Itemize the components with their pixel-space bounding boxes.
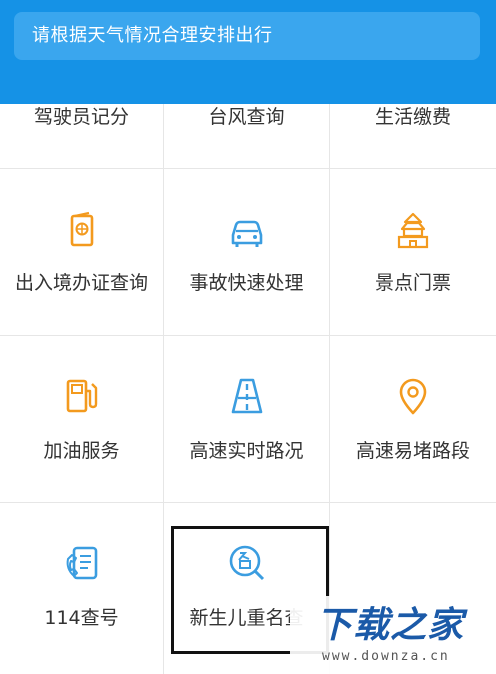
service-congestion-spots[interactable]: 高速易堵路段: [330, 336, 496, 502]
service-passport[interactable]: 出入境办证查询: [0, 169, 163, 335]
watermark-title: 下载之家: [316, 605, 465, 646]
highway-icon: [227, 376, 267, 416]
watermark: 下载之家 www.downza.cn: [290, 596, 496, 674]
watermark-url: www.downza.cn: [322, 649, 450, 664]
service-driver-points[interactable]: 驾驶员记分: [0, 104, 163, 168]
service-114-lookup[interactable]: 114查号: [0, 503, 163, 674]
service-label: 114查号: [44, 607, 119, 629]
service-label: 高速易堵路段: [355, 440, 470, 462]
service-scenic-tickets[interactable]: 景点门票: [330, 169, 496, 335]
service-car-accident[interactable]: 事故快速处理: [164, 169, 329, 335]
phone-book-icon: [62, 543, 102, 583]
service-highway-traffic[interactable]: 高速实时路况: [164, 336, 329, 502]
fuel-pump-icon: [62, 376, 102, 416]
service-label: 出入境办证查询: [14, 272, 148, 294]
service-label: 台风查询: [208, 106, 285, 128]
car-accident-icon: [227, 211, 267, 251]
location-pin-icon: [393, 376, 433, 416]
service-label: 驾驶员记分: [33, 106, 129, 128]
service-label: 景点门票: [374, 272, 451, 294]
service-bill-payment[interactable]: 生活缴费: [330, 104, 496, 168]
service-label: 加油服务: [43, 440, 120, 462]
passport-icon: [62, 211, 102, 251]
service-typhoon[interactable]: 台风查询: [164, 104, 329, 168]
temple-icon: [393, 211, 433, 251]
weather-notice-banner: 请根据天气情况合理安排出行: [14, 12, 480, 60]
service-label: 生活缴费: [374, 106, 451, 128]
service-label: 事故快速处理: [189, 272, 304, 294]
top-header: 请根据天气情况合理安排出行: [0, 0, 496, 104]
service-label: 高速实时路况: [189, 440, 304, 462]
service-fuel[interactable]: 加油服务: [0, 336, 163, 502]
